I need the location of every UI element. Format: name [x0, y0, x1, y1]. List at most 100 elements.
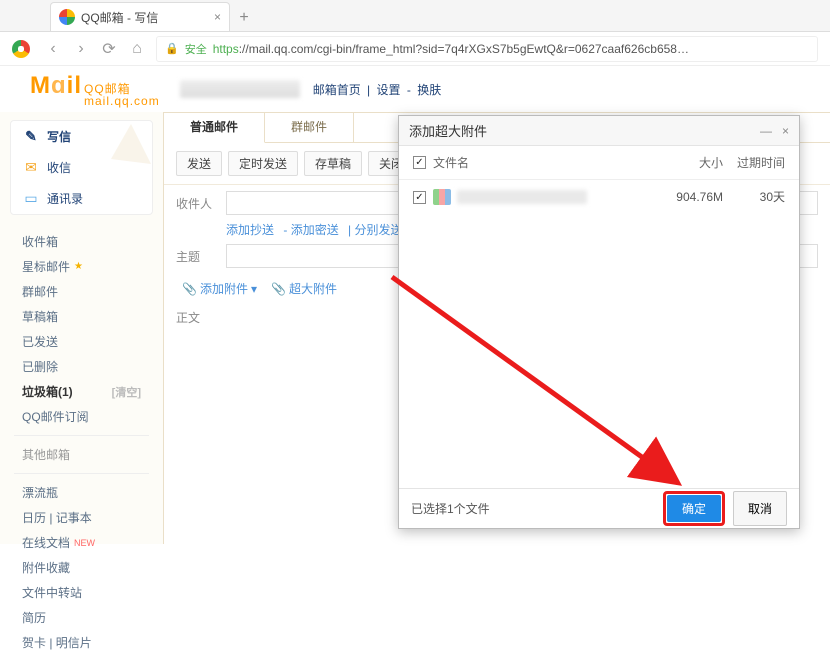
ok-highlight-box: 确定 — [663, 491, 725, 526]
file-expire: 30天 — [723, 188, 785, 205]
logo-o: ɑ — [51, 72, 67, 100]
sidebar-item-other[interactable]: 其他邮箱 — [0, 442, 163, 467]
address-bar: ‹ › ⟳ ⌂ 🔒 安全 https://mail.qq.com/cgi-bin… — [0, 32, 830, 66]
sidebar-item-calendar[interactable]: 日历 | 记事本 — [0, 505, 163, 530]
sidebar-receive[interactable]: ✉ 收信 — [11, 152, 152, 183]
home-icon[interactable]: ⌂ — [128, 40, 146, 58]
file-checkbox[interactable]: ✓ — [413, 191, 426, 204]
dialog-window-controls: — × — [760, 124, 789, 138]
secure-label: 安全 — [185, 41, 207, 57]
file-name-blurred — [457, 190, 587, 204]
logo-m: M — [30, 72, 51, 100]
col-expire: 过期时间 — [723, 154, 785, 171]
dialog-titlebar[interactable]: 添加超大附件 — × — [399, 116, 799, 146]
sidebar-item-drafts[interactable]: 草稿箱 — [0, 304, 163, 329]
sidebar-item-sent[interactable]: 已发送 — [0, 329, 163, 354]
header-links: 邮箱首页 | 设置 - 换肤 — [310, 81, 445, 98]
minimize-icon[interactable]: — — [760, 124, 772, 138]
add-cc-link[interactable]: 添加抄送 — [226, 223, 274, 237]
add-attachment-link[interactable]: 📎添加附件 ▾ — [182, 280, 257, 297]
sidebar-item-bottle[interactable]: 漂流瓶 — [0, 480, 163, 505]
link-mail-home[interactable]: 邮箱首页 — [313, 83, 361, 97]
user-info-blurred — [180, 80, 300, 98]
link-skin[interactable]: 换肤 — [417, 83, 441, 97]
sidebar-item-spam[interactable]: 垃圾箱(1) [清空] — [0, 379, 163, 404]
dialog-column-header: ✓ 文件名 大小 过期时间 — [399, 146, 799, 180]
file-thumb-icon — [433, 189, 451, 205]
sidebar-item-transit[interactable]: 文件中转站 — [0, 580, 163, 605]
url-box[interactable]: 🔒 安全 https://mail.qq.com/cgi-bin/frame_h… — [156, 36, 818, 62]
reload-icon[interactable]: ⟳ — [100, 39, 118, 59]
sidebar-contacts-label: 通讯录 — [47, 190, 83, 207]
cancel-button[interactable]: 取消 — [733, 491, 787, 526]
sidebar-item-fav[interactable]: 附件收藏 — [0, 555, 163, 580]
sidebar-item-resume[interactable]: 简历 — [0, 605, 163, 630]
add-large-attachment-link[interactable]: 📎超大附件 — [271, 280, 337, 297]
logo-il: il — [67, 72, 82, 100]
tab-group-mail[interactable]: 群邮件 — [265, 113, 354, 142]
contacts-icon: ▭ — [23, 191, 39, 207]
col-size: 大小 — [649, 154, 723, 171]
inbox-icon: ✉ — [23, 160, 39, 176]
file-row[interactable]: ✓ 904.76M 30天 — [399, 180, 799, 213]
sidebar-item-card[interactable]: 贺卡 | 明信片 — [0, 630, 163, 655]
select-all-checkbox[interactable]: ✓ — [413, 156, 426, 169]
col-filename: 文件名 — [433, 154, 649, 171]
tab-title: QQ邮箱 - 写信 — [81, 9, 158, 26]
back-icon[interactable]: ‹ — [44, 40, 62, 58]
ok-button[interactable]: 确定 — [667, 495, 721, 522]
sidebar-divider — [14, 435, 149, 436]
sidebar-item-star[interactable]: 星标邮件★ — [0, 254, 163, 279]
send-separately-link[interactable]: 分别发送 — [355, 223, 403, 237]
sidebar-item-group[interactable]: 群邮件 — [0, 279, 163, 304]
sidebar-item-doc[interactable]: 在线文档 NEW — [0, 530, 163, 555]
sidebar-receive-label: 收信 — [47, 159, 71, 176]
paperclip-icon: 📎 — [182, 282, 197, 296]
qqmail-logo[interactable]: Mɑil QQ邮箱mail.qq.com — [30, 72, 160, 107]
forward-icon[interactable]: › — [72, 40, 90, 58]
new-tab-button[interactable]: + — [230, 9, 258, 31]
sidebar-folders: 收件箱 星标邮件★ 群邮件 草稿箱 已发送 已删除 垃圾箱(1) [清空] QQ… — [0, 225, 163, 659]
pencil-icon: ✎ — [23, 129, 39, 145]
dialog-footer: 已选择1个文件 确定 取消 — [399, 488, 799, 528]
subject-label: 主题 — [176, 248, 218, 265]
file-size: 904.76M — [649, 190, 723, 204]
sidebar: ✎ 写信 ✉ 收信 ▭ 通讯录 收件箱 星标邮件★ 群邮件 草稿箱 已发送 已删… — [0, 112, 163, 544]
new-badge: NEW — [74, 538, 95, 548]
dialog-file-list: ✓ 904.76M 30天 — [399, 180, 799, 488]
url-scheme: https — [213, 42, 239, 56]
lock-icon: 🔒 — [165, 42, 179, 55]
body-label: 正文 — [176, 309, 218, 326]
browser-tab[interactable]: QQ邮箱 - 写信 × — [50, 2, 230, 31]
save-draft-button[interactable]: 存草稿 — [304, 151, 362, 176]
sidebar-contacts[interactable]: ▭ 通讯录 — [11, 183, 152, 214]
mail-header: Mɑil QQ邮箱mail.qq.com 邮箱首页 | 设置 - 换肤 — [0, 66, 830, 112]
add-bcc-link[interactable]: 添加密送 — [291, 223, 339, 237]
spam-clear-link[interactable]: [清空] — [112, 384, 141, 400]
chrome-logo-icon — [12, 40, 30, 58]
close-icon[interactable]: × — [782, 124, 789, 138]
tab-normal-mail[interactable]: 普通邮件 — [164, 113, 265, 143]
sidebar-item-deleted[interactable]: 已删除 — [0, 354, 163, 379]
dialog-status: 已选择1个文件 — [411, 500, 490, 517]
timed-send-button[interactable]: 定时发送 — [228, 151, 298, 176]
url-text: https://mail.qq.com/cgi-bin/frame_html?s… — [213, 42, 689, 56]
to-label: 收件人 — [176, 195, 218, 212]
sidebar-item-subscribe[interactable]: QQ邮件订阅 — [0, 404, 163, 429]
logo-cn: QQ邮箱mail.qq.com — [84, 83, 160, 107]
sidebar-compose[interactable]: ✎ 写信 — [11, 121, 152, 152]
sidebar-action-card: ✎ 写信 ✉ 收信 ▭ 通讯录 — [10, 120, 153, 215]
paperclip-icon: 📎 — [271, 282, 286, 296]
sidebar-compose-label: 写信 — [47, 128, 71, 145]
dialog-title: 添加超大附件 — [409, 121, 487, 140]
browser-tab-strip: QQ邮箱 - 写信 × + — [0, 0, 830, 32]
sidebar-divider — [14, 473, 149, 474]
link-settings[interactable]: 设置 — [377, 83, 401, 97]
large-attachment-dialog: 添加超大附件 — × ✓ 文件名 大小 过期时间 ✓ 904.76M 30天 已… — [398, 115, 800, 529]
send-button[interactable]: 发送 — [176, 151, 222, 176]
qqmail-favicon — [59, 9, 75, 25]
close-tab-icon[interactable]: × — [214, 10, 221, 24]
url-rest: ://mail.qq.com/cgi-bin/frame_html?sid=7q… — [239, 42, 689, 56]
sidebar-item-inbox[interactable]: 收件箱 — [0, 229, 163, 254]
star-icon: ★ — [74, 261, 83, 272]
